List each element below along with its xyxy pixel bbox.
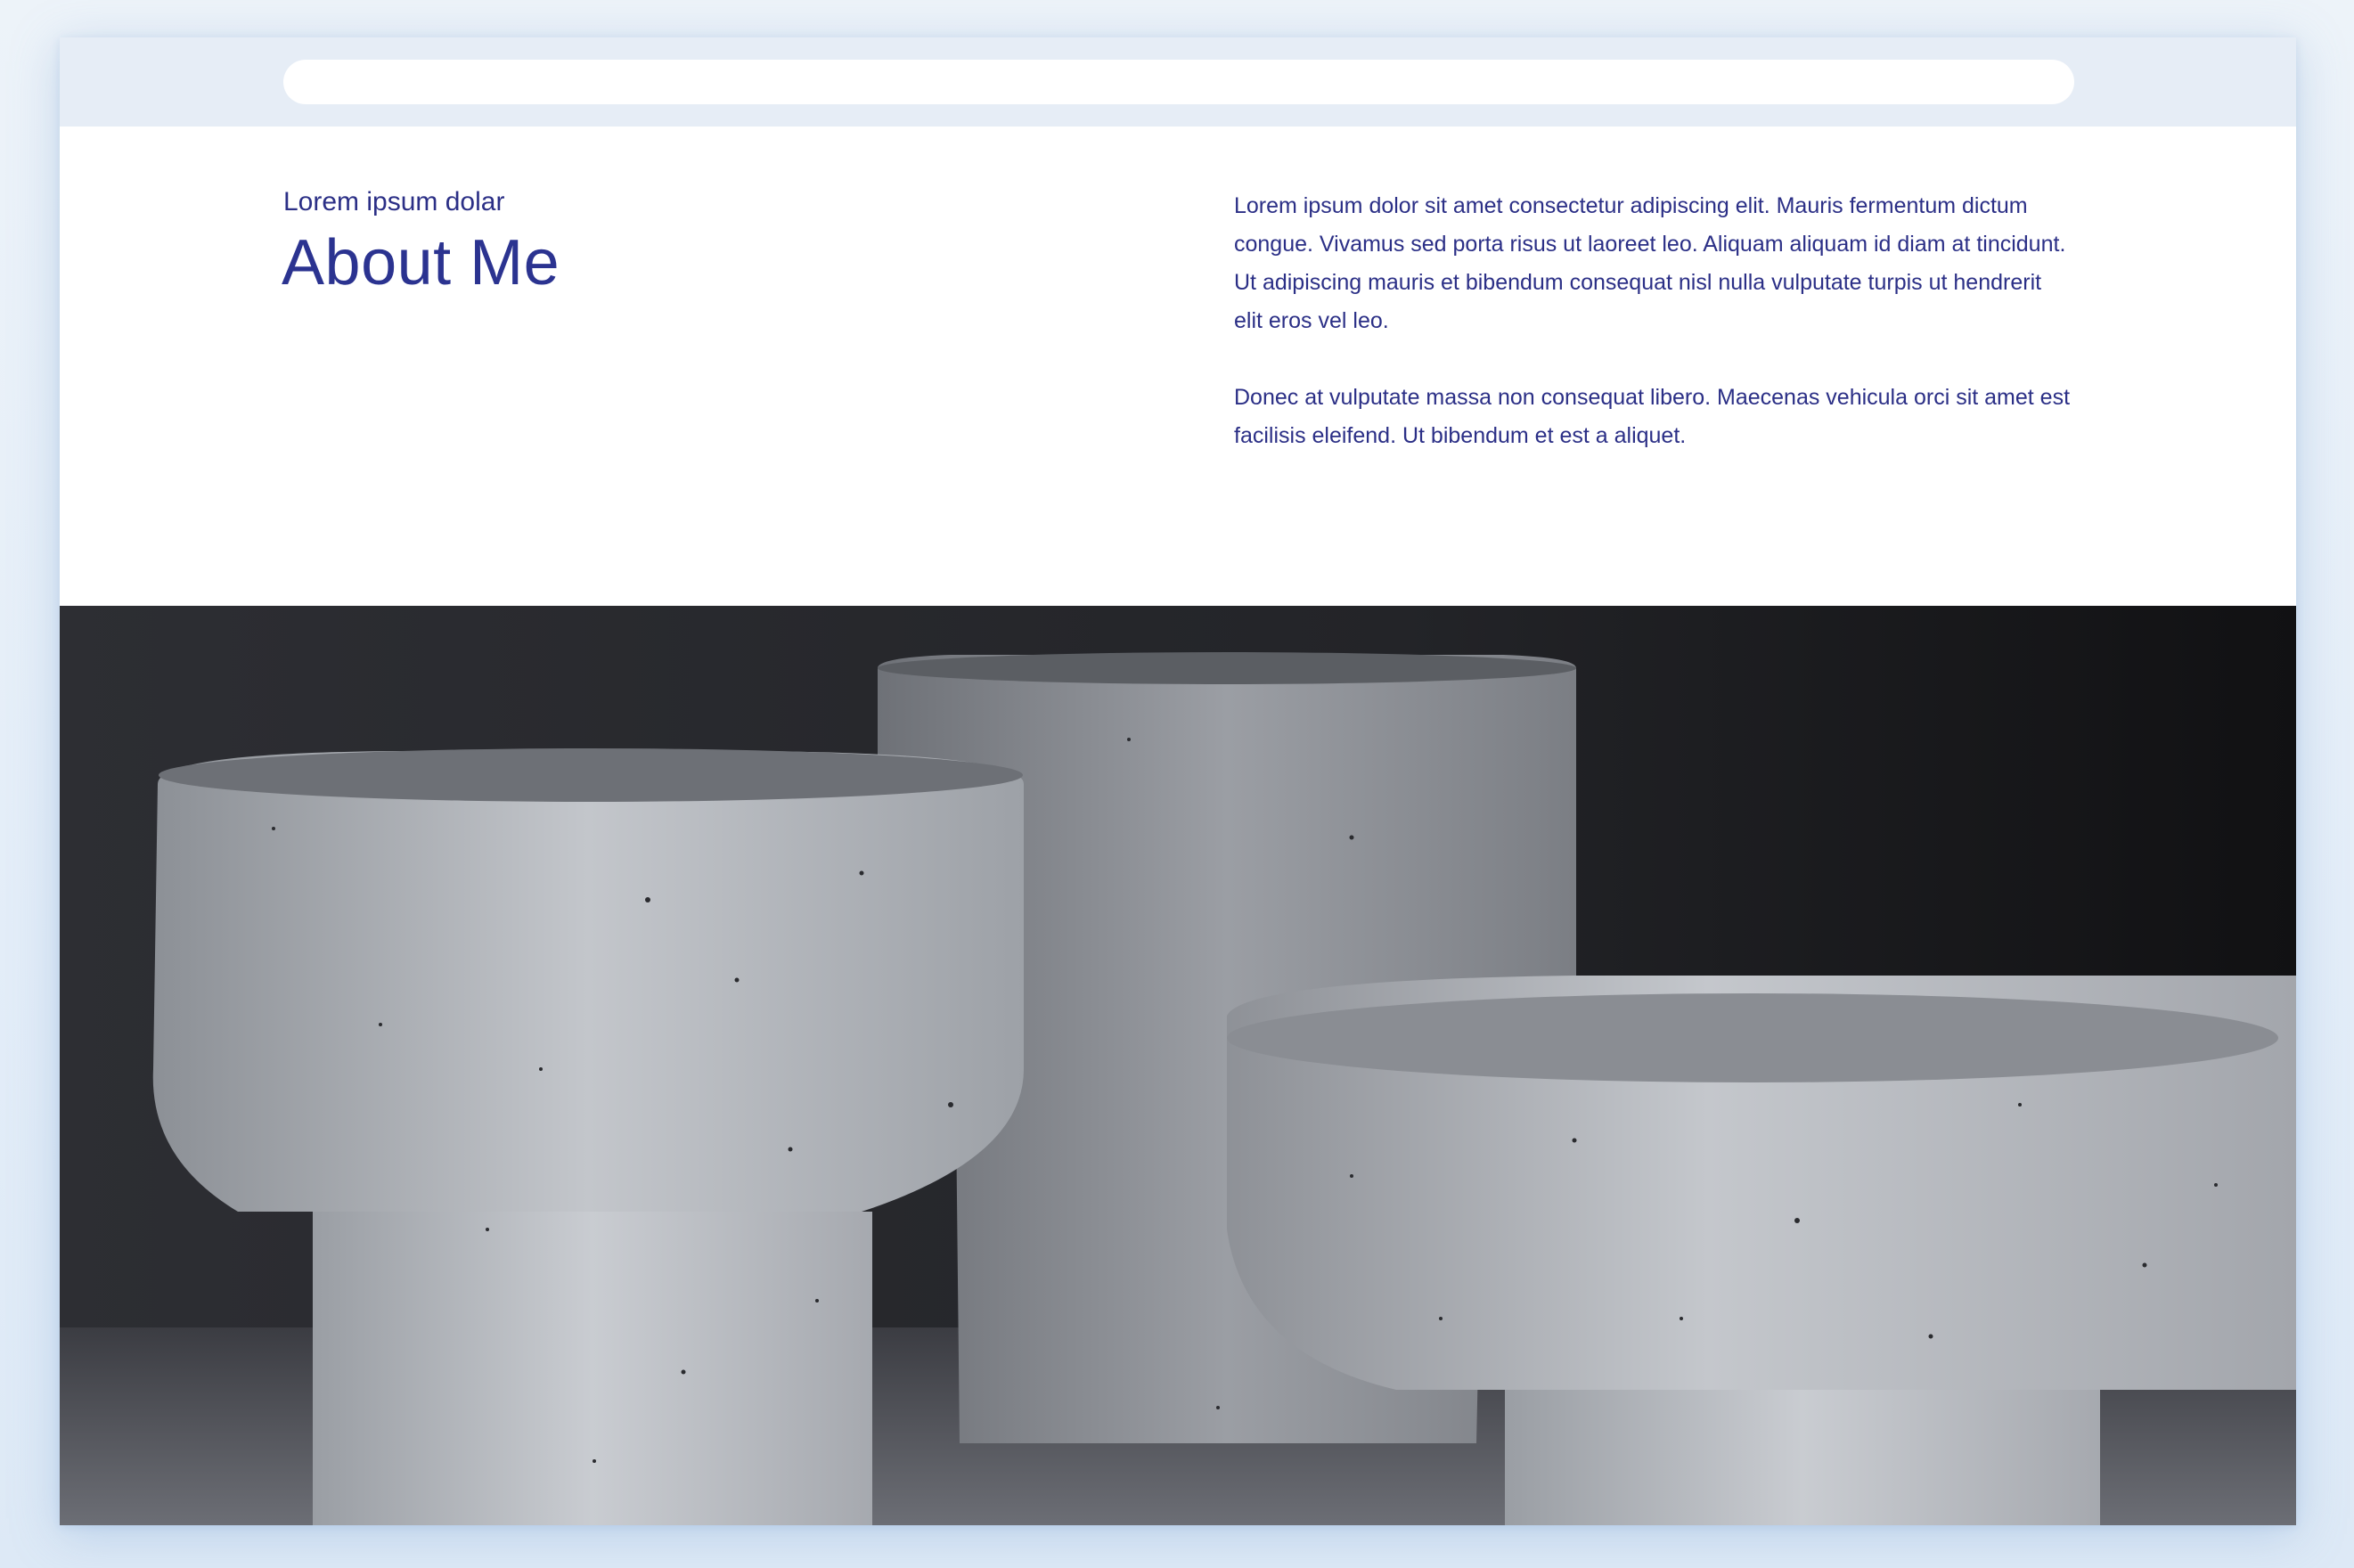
hero-image — [60, 606, 2296, 1525]
address-bar[interactable] — [283, 60, 2074, 104]
about-paragraph-1: Lorem ipsum dolor sit amet consectetur a… — [1234, 193, 2066, 333]
page-title: About Me — [282, 227, 560, 298]
browser-window: Lorem ipsum dolar About Me Lorem ipsum d… — [60, 37, 2296, 1525]
about-section: Lorem ipsum dolar About Me Lorem ipsum d… — [60, 127, 2296, 606]
pottery-photo — [60, 606, 2296, 1525]
about-text: Lorem ipsum dolor sit amet consectetur a… — [1234, 187, 2072, 494]
section-kicker: Lorem ipsum dolar — [283, 187, 505, 216]
browser-toolbar — [60, 37, 2296, 127]
about-paragraph-2: Donec at vulputate massa non consequat l… — [1234, 385, 2071, 448]
